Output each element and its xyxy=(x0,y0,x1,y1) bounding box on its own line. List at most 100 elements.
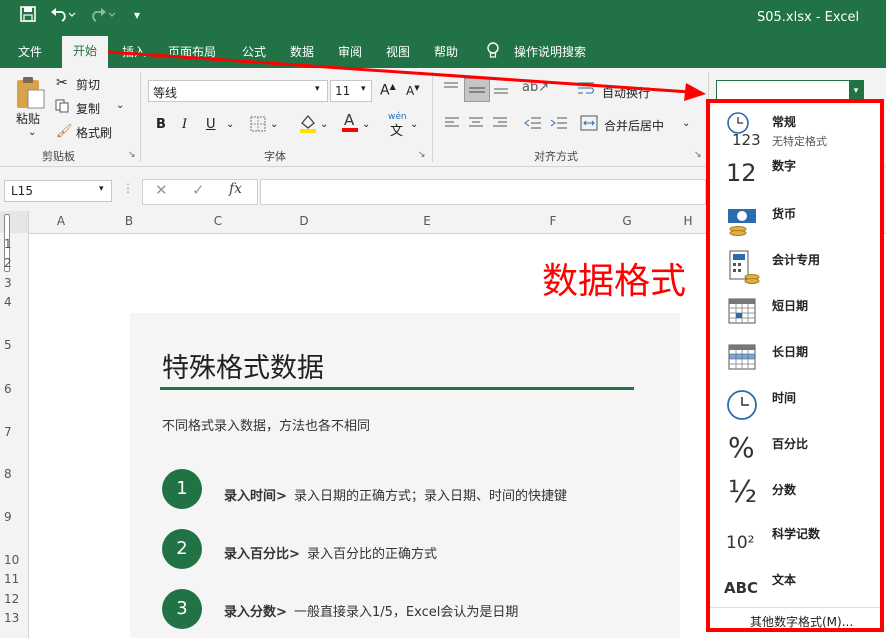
merge-center-button[interactable]: 合并后居中 xyxy=(604,117,664,134)
annotation-arrow xyxy=(107,50,706,101)
underline-button[interactable]: U xyxy=(206,117,216,132)
align-right-icon[interactable] xyxy=(492,116,508,133)
column-header[interactable]: E xyxy=(336,214,518,228)
column-header[interactable]: B xyxy=(94,214,164,228)
copy-icon xyxy=(55,99,69,116)
bold-button[interactable]: B xyxy=(156,117,166,132)
alignment-launcher-icon[interactable]: ↘ xyxy=(694,150,702,160)
paste-button[interactable]: 粘贴 xyxy=(16,110,40,127)
chevron-down-icon[interactable]: ⌄ xyxy=(270,119,278,130)
format-fraction-label: 分数 xyxy=(772,483,797,497)
divider xyxy=(710,607,880,608)
step-text: 录入百分比的正确方式 xyxy=(307,547,438,562)
chevron-down-icon[interactable]: ⌄ xyxy=(682,118,690,129)
column-header[interactable]: D xyxy=(272,214,336,228)
formula-input[interactable] xyxy=(260,179,706,205)
merge-center-icon xyxy=(580,115,598,134)
fill-color-icon[interactable] xyxy=(298,113,318,136)
row-header[interactable]: 3 xyxy=(4,276,12,290)
align-center-icon[interactable] xyxy=(468,116,484,133)
format-time-item[interactable]: 时间 xyxy=(710,383,880,427)
format-fraction-item[interactable]: ½ 分数 xyxy=(710,475,880,519)
format-number-item[interactable]: 12 数字 xyxy=(710,153,880,197)
row-header[interactable]: 7 xyxy=(4,425,12,439)
row-header[interactable]: 5 xyxy=(4,338,12,352)
alignment-group-label: 对齐方式 xyxy=(534,150,578,163)
row-header[interactable]: 13 xyxy=(4,611,19,625)
enter-icon[interactable]: ✓ xyxy=(192,181,205,199)
column-header[interactable]: F xyxy=(518,214,588,228)
format-long-date-label: 长日期 xyxy=(772,345,809,359)
row-header[interactable]: 4 xyxy=(4,295,12,309)
font-launcher-icon[interactable]: ↘ xyxy=(418,150,426,160)
row-header[interactable]: 6 xyxy=(4,382,12,396)
undo-icon[interactable] xyxy=(50,6,76,26)
clipboard-launcher-icon[interactable]: ↘ xyxy=(128,150,136,160)
paste-dropdown-icon[interactable]: ⌄ xyxy=(28,127,36,138)
step-number: 2 xyxy=(162,529,202,569)
decrease-indent-icon[interactable] xyxy=(524,116,542,133)
row-header[interactable]: 1 xyxy=(4,237,12,251)
currency-icon xyxy=(728,209,756,236)
redo-icon[interactable] xyxy=(90,6,116,26)
row-header[interactable]: 9 xyxy=(4,510,12,524)
number-format-dropdown: 123 常规 无特定格式 12 数字 货币 会计专用 短日期 长日期 时间 % … xyxy=(706,99,884,632)
border-icon[interactable] xyxy=(250,116,266,135)
column-header[interactable]: C xyxy=(164,214,272,228)
title-bar: ▾ S05.xlsx - Excel xyxy=(0,0,886,34)
row-header[interactable]: 12 xyxy=(4,592,19,606)
format-accounting-item[interactable]: 会计专用 xyxy=(710,245,880,289)
format-general-item[interactable]: 123 常规 无特定格式 xyxy=(710,107,880,151)
step-heading: 录入分数> xyxy=(224,605,287,620)
format-general-desc: 无特定格式 xyxy=(772,135,827,148)
font-color-icon[interactable]: A xyxy=(340,111,360,136)
step-text: 一般直接录入1/5，Excel会认为是日期 xyxy=(294,605,519,620)
row-header[interactable]: 11 xyxy=(4,572,19,586)
increase-indent-icon[interactable] xyxy=(550,116,568,133)
chevron-down-icon[interactable]: ▾ xyxy=(849,81,863,101)
format-scientific-label: 科学记数 xyxy=(772,527,821,541)
card-title: 特殊格式数据 xyxy=(162,353,324,384)
format-percent-label: 百分比 xyxy=(772,437,809,451)
save-icon[interactable] xyxy=(20,6,36,26)
column-header[interactable]: H xyxy=(666,214,710,228)
chevron-down-icon[interactable]: ⌄ xyxy=(226,119,234,130)
italic-button[interactable]: I xyxy=(182,117,187,132)
copy-button[interactable]: 复制 xyxy=(76,100,100,117)
format-text-item[interactable]: ABC 文本 xyxy=(710,567,880,611)
clock-123-icon: 123 xyxy=(727,112,761,147)
title-underline xyxy=(160,387,634,390)
name-box[interactable]: L15 ▾ xyxy=(4,180,112,202)
format-time-label: 时间 xyxy=(772,391,797,405)
cancel-icon[interactable]: ✕ xyxy=(155,181,168,199)
format-painter-button[interactable]: 格式刷 xyxy=(76,124,112,141)
customize-qat-icon[interactable]: ▾ xyxy=(134,8,140,22)
format-currency-item[interactable]: 货币 xyxy=(710,199,880,243)
format-scientific-item[interactable]: 10² 科学记数 xyxy=(710,521,880,565)
more-number-formats-item[interactable]: 其他数字格式(M)... xyxy=(750,613,853,630)
row-header[interactable]: 8 xyxy=(4,467,12,481)
paste-icon[interactable] xyxy=(14,76,46,113)
format-number-label: 数字 xyxy=(772,159,797,173)
column-header[interactable]: G xyxy=(588,214,666,228)
format-long-date-item[interactable]: 长日期 xyxy=(710,337,880,381)
insert-function-button[interactable]: fx xyxy=(229,181,242,197)
chevron-down-icon: ▾ xyxy=(99,184,104,194)
align-left-icon[interactable] xyxy=(444,116,460,133)
row-header[interactable]: 10 xyxy=(4,553,19,567)
step-text: 录入日期的正确方式；录入日期、时间的快捷键 xyxy=(294,489,568,504)
tab-file[interactable]: 文件 xyxy=(18,43,42,60)
format-percent-item[interactable]: % 百分比 xyxy=(710,429,880,473)
scientific-icon: 10² xyxy=(726,533,755,553)
column-header[interactable]: A xyxy=(28,214,94,228)
chevron-down-icon[interactable]: ⌄ xyxy=(320,119,328,130)
cut-button[interactable]: 剪切 xyxy=(76,76,100,93)
format-short-date-item[interactable]: 短日期 xyxy=(710,291,880,335)
font-group-label: 字体 xyxy=(264,150,286,163)
clock-icon xyxy=(727,390,757,420)
chevron-down-icon[interactable]: ⌄ xyxy=(410,119,418,130)
chevron-down-icon[interactable]: ⌄ xyxy=(362,119,370,130)
format-currency-label: 货币 xyxy=(772,207,797,221)
row-header[interactable]: 2 xyxy=(4,256,12,270)
window-title: S05.xlsx - Excel xyxy=(757,10,860,25)
